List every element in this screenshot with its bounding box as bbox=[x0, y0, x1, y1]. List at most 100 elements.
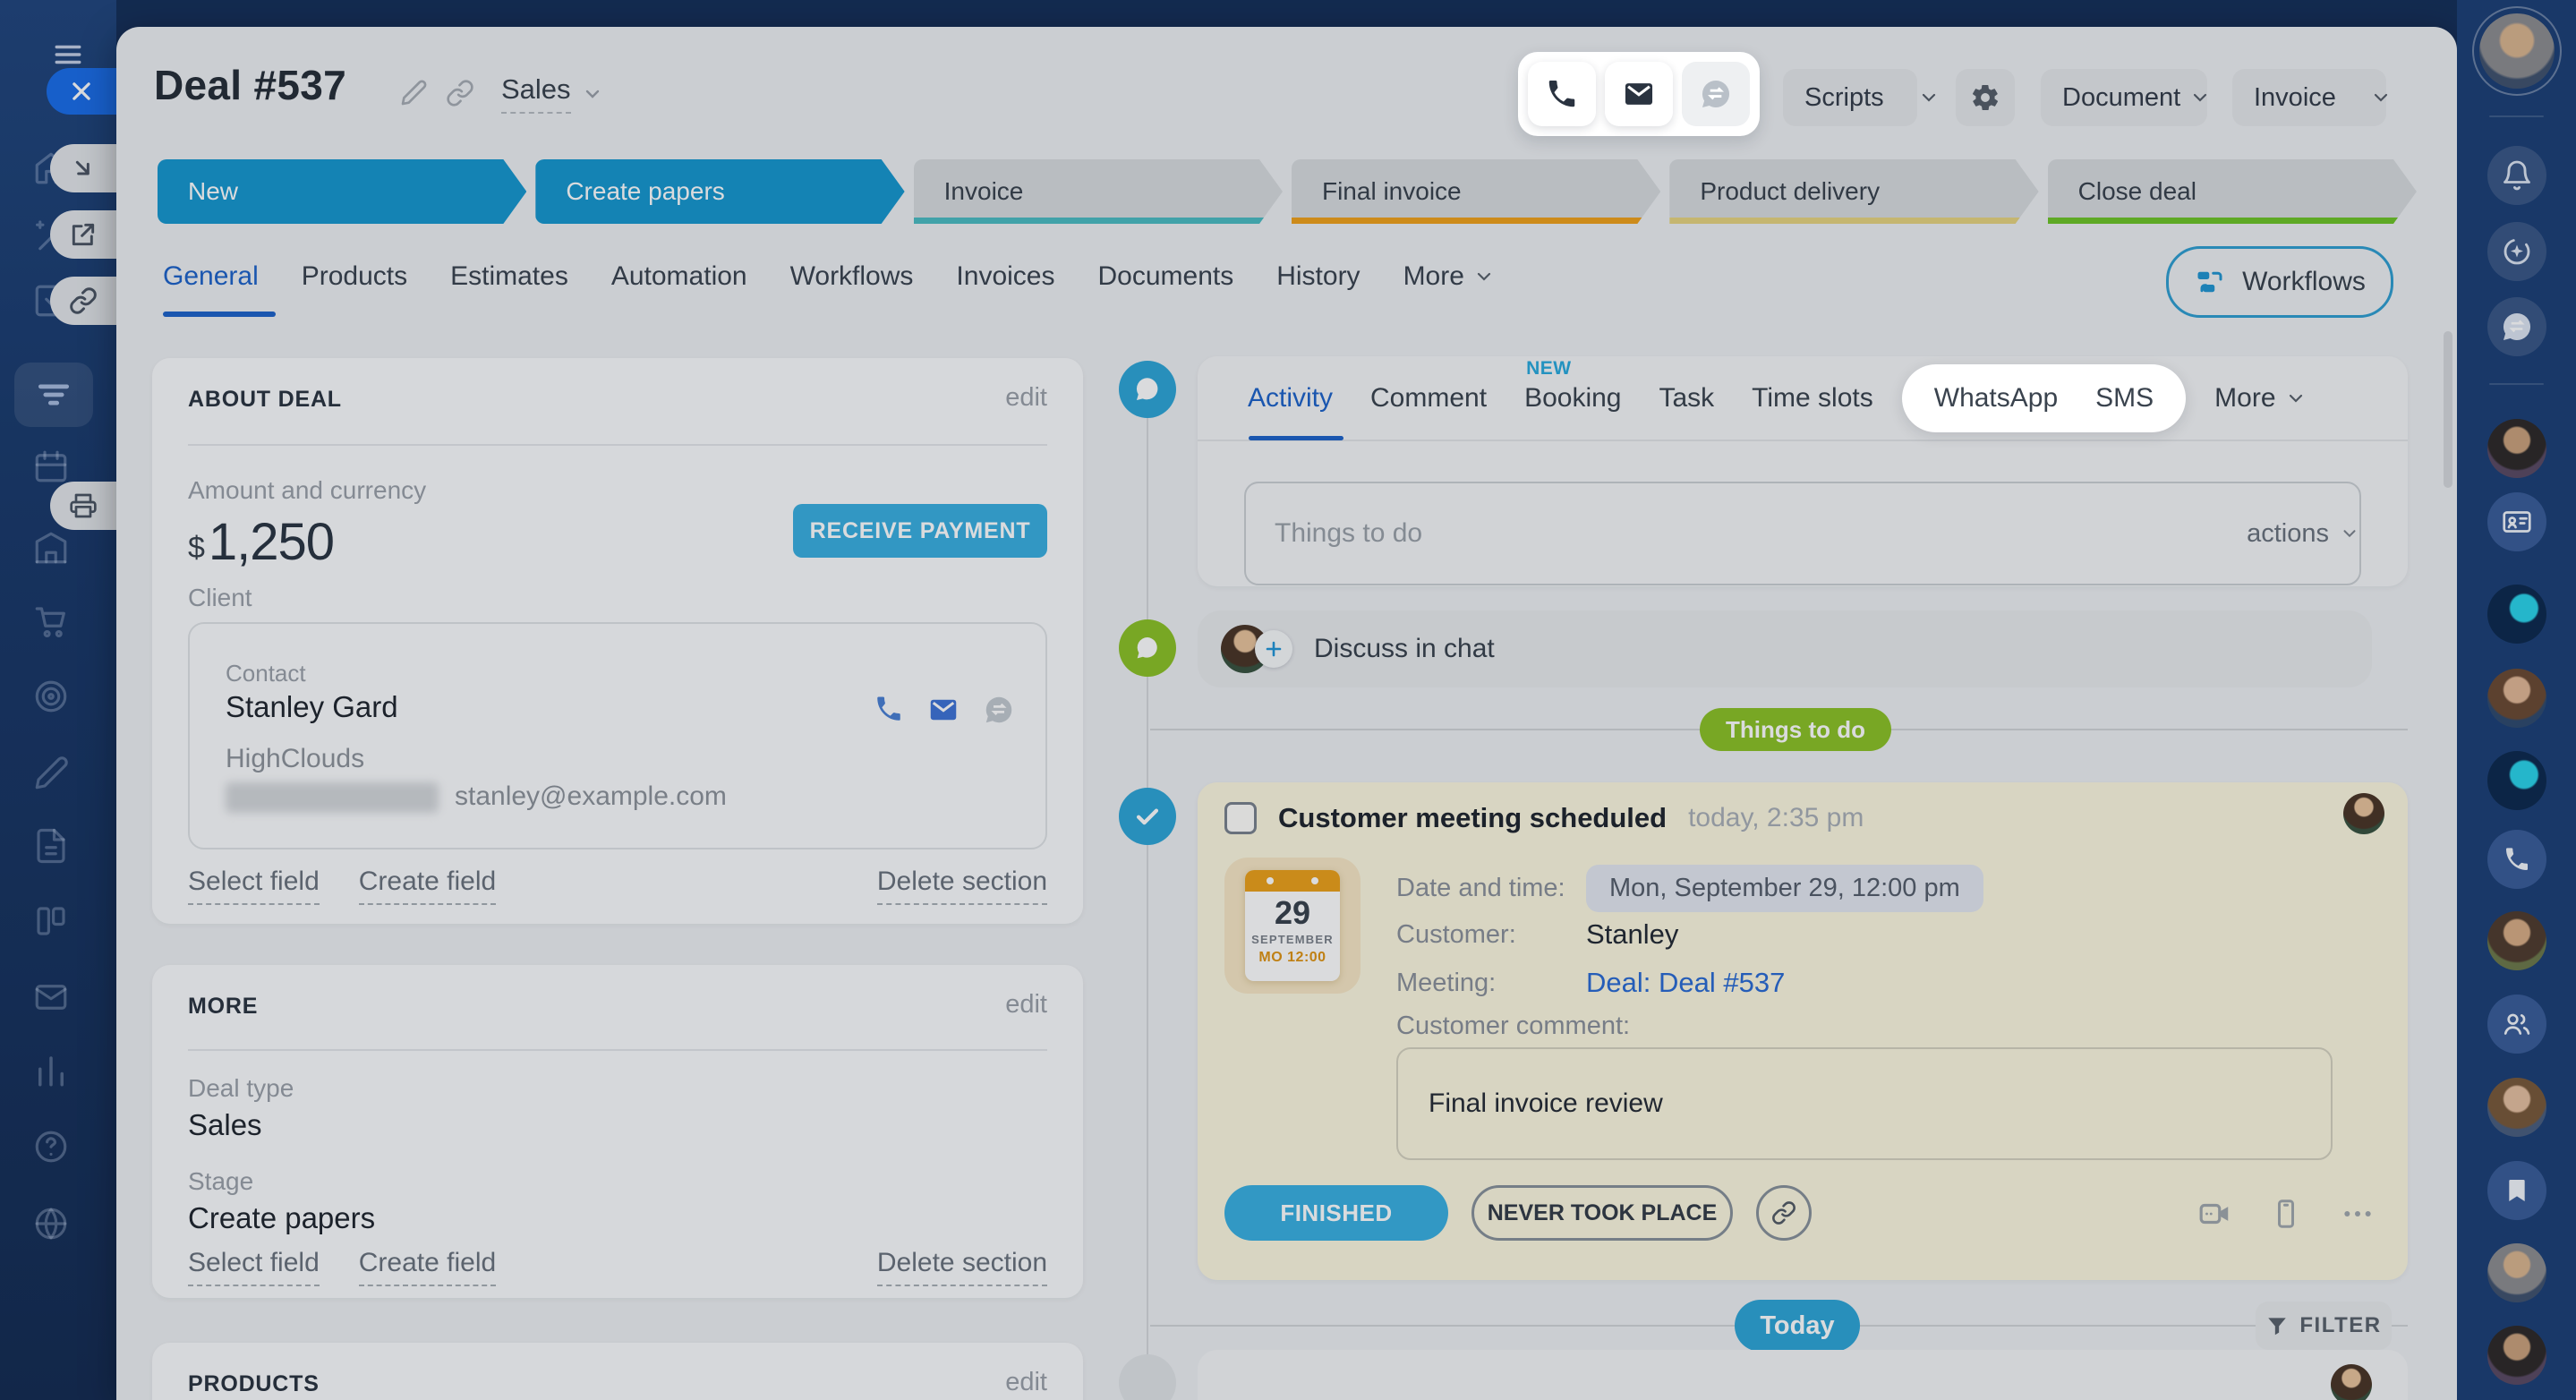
tab-general[interactable]: General bbox=[163, 261, 259, 292]
edit-link[interactable]: edit bbox=[1005, 1368, 1047, 1397]
meeting-checkbox[interactable] bbox=[1224, 802, 1257, 834]
attach-link-button[interactable] bbox=[1756, 1185, 1812, 1241]
call-button[interactable] bbox=[1528, 62, 1596, 126]
calls-chat-button[interactable] bbox=[2487, 830, 2546, 889]
contact-email-button[interactable] bbox=[927, 694, 960, 726]
company-name[interactable]: HighClouds bbox=[226, 744, 364, 774]
tab-booking[interactable]: NEW Booking bbox=[1524, 383, 1621, 414]
help-icon[interactable] bbox=[32, 1128, 70, 1165]
contact-email[interactable]: stanley@example.com bbox=[455, 781, 727, 811]
scripts-dropdown[interactable] bbox=[1906, 87, 1952, 108]
meeting-deal-link[interactable]: Deal: Deal #537 bbox=[1586, 967, 1785, 999]
create-field-link[interactable]: Create field bbox=[359, 866, 496, 905]
video-camera-icon[interactable] bbox=[2198, 1197, 2232, 1231]
tab-more[interactable]: More bbox=[2214, 383, 2306, 414]
tab-more[interactable]: More bbox=[1403, 261, 1495, 292]
finished-button[interactable]: FINISHED bbox=[1224, 1185, 1448, 1241]
saved-messages-button[interactable] bbox=[2487, 1161, 2546, 1220]
client-box[interactable]: Contact Stanley Gard HighClouds stanley@… bbox=[188, 622, 1047, 849]
tab-automation[interactable]: Automation bbox=[611, 261, 747, 292]
notifications-button[interactable] bbox=[2487, 146, 2546, 205]
tab-whatsapp[interactable]: WhatsApp bbox=[1934, 383, 2058, 414]
current-user-avatar[interactable] bbox=[2479, 13, 2555, 89]
chat-avatar[interactable] bbox=[2487, 911, 2546, 970]
tab-estimates[interactable]: Estimates bbox=[450, 261, 568, 292]
tab-documents[interactable]: Documents bbox=[1097, 261, 1233, 292]
contact-call-button[interactable] bbox=[874, 694, 904, 724]
contact-name[interactable]: Stanley Gard bbox=[226, 690, 398, 724]
pipeline-select[interactable]: Sales bbox=[501, 73, 603, 114]
channel-logo[interactable] bbox=[2487, 585, 2546, 644]
contacts-chat-button[interactable] bbox=[2487, 492, 2546, 551]
delete-section-link[interactable]: Delete section bbox=[877, 866, 1047, 905]
edit-title-icon[interactable] bbox=[399, 79, 428, 107]
menu-icon[interactable] bbox=[47, 39, 106, 70]
pen-icon[interactable] bbox=[32, 755, 70, 792]
channel-logo[interactable] bbox=[2487, 751, 2546, 810]
group-chat-button[interactable] bbox=[2487, 995, 2546, 1054]
ai-assistant-button[interactable] bbox=[2487, 222, 2546, 281]
edit-link[interactable]: edit bbox=[1005, 990, 1047, 1020]
stage-invoice[interactable]: Invoice bbox=[914, 159, 1283, 224]
calendar-icon[interactable] bbox=[32, 448, 70, 485]
select-field-link[interactable]: Select field bbox=[188, 1248, 320, 1286]
actions-dropdown[interactable]: actions bbox=[2247, 482, 2359, 585]
never-took-place-button[interactable]: NEVER TOOK PLACE bbox=[1471, 1185, 1733, 1241]
select-field-link[interactable]: Select field bbox=[188, 866, 320, 905]
filter-button[interactable]: FILTER bbox=[2256, 1302, 2392, 1350]
sidebar-item-deals-active[interactable] bbox=[14, 363, 93, 427]
receive-payment-button[interactable]: RECEIVE PAYMENT bbox=[793, 504, 1047, 558]
stage-final-invoice[interactable]: Final invoice bbox=[1292, 159, 1660, 224]
tab-products[interactable]: Products bbox=[302, 261, 407, 292]
copy-link-icon[interactable] bbox=[446, 79, 474, 107]
ellipsis-icon[interactable] bbox=[2340, 1196, 2376, 1232]
target-icon[interactable] bbox=[32, 678, 70, 715]
stage-create-papers[interactable]: Create papers bbox=[535, 159, 904, 224]
chart-icon[interactable] bbox=[32, 1052, 70, 1089]
document-icon[interactable] bbox=[32, 827, 70, 865]
tab-time-slots[interactable]: Time slots bbox=[1752, 383, 1873, 414]
tab-activity[interactable]: Activity bbox=[1248, 383, 1333, 414]
tab-workflows[interactable]: Workflows bbox=[790, 261, 914, 292]
chat-avatar[interactable] bbox=[2487, 1078, 2546, 1137]
create-field-link[interactable]: Create field bbox=[359, 1248, 496, 1286]
stage-product-delivery[interactable]: Product delivery bbox=[1669, 159, 2038, 224]
settings-button[interactable] bbox=[1956, 69, 2015, 126]
edit-link[interactable]: edit bbox=[1005, 383, 1047, 413]
copy-link-tab[interactable] bbox=[50, 277, 116, 325]
kanban-icon[interactable] bbox=[32, 902, 70, 940]
scripts-button[interactable]: Scripts bbox=[1783, 69, 1917, 126]
messenger-button[interactable] bbox=[1682, 62, 1750, 126]
stage-close-deal[interactable]: Close deal bbox=[2048, 159, 2417, 224]
building-icon[interactable] bbox=[32, 529, 70, 567]
invoice-button[interactable]: Invoice bbox=[2232, 69, 2386, 126]
delete-section-link[interactable]: Delete section bbox=[877, 1248, 1047, 1286]
messenger-panel-button[interactable] bbox=[2487, 297, 2546, 356]
cart-icon[interactable] bbox=[32, 602, 70, 640]
add-participant-button[interactable] bbox=[1255, 630, 1292, 668]
globe-icon[interactable] bbox=[32, 1205, 70, 1242]
tab-invoices[interactable]: Invoices bbox=[956, 261, 1054, 292]
discuss-in-chat-bar[interactable]: Discuss in chat bbox=[1198, 610, 2372, 687]
tab-sms[interactable]: SMS bbox=[2095, 383, 2154, 414]
close-deal-window-button[interactable] bbox=[47, 68, 116, 115]
document-button[interactable]: Document bbox=[2041, 69, 2207, 126]
chat-avatar[interactable] bbox=[2487, 1243, 2546, 1302]
print-tab[interactable] bbox=[50, 482, 116, 530]
contact-messenger-button[interactable] bbox=[983, 694, 1015, 726]
chat-avatar[interactable] bbox=[2487, 1326, 2546, 1385]
email-button[interactable] bbox=[1605, 62, 1673, 126]
tab-history[interactable]: History bbox=[1276, 261, 1360, 292]
mail-icon[interactable] bbox=[32, 978, 70, 1016]
workflows-button[interactable]: Workflows bbox=[2166, 246, 2393, 318]
invoice-dropdown[interactable] bbox=[2358, 87, 2404, 108]
todo-input[interactable] bbox=[1244, 482, 2361, 585]
tab-comment[interactable]: Comment bbox=[1370, 383, 1487, 414]
collapse-panel-tab[interactable] bbox=[50, 144, 116, 192]
tab-task[interactable]: Task bbox=[1659, 383, 1714, 414]
open-fullscreen-tab[interactable] bbox=[50, 210, 116, 259]
stage-new[interactable]: New bbox=[158, 159, 526, 224]
chat-avatar[interactable] bbox=[2487, 669, 2546, 728]
smartphone-icon[interactable] bbox=[2270, 1198, 2302, 1230]
scrollbar-thumb[interactable] bbox=[2444, 331, 2452, 488]
